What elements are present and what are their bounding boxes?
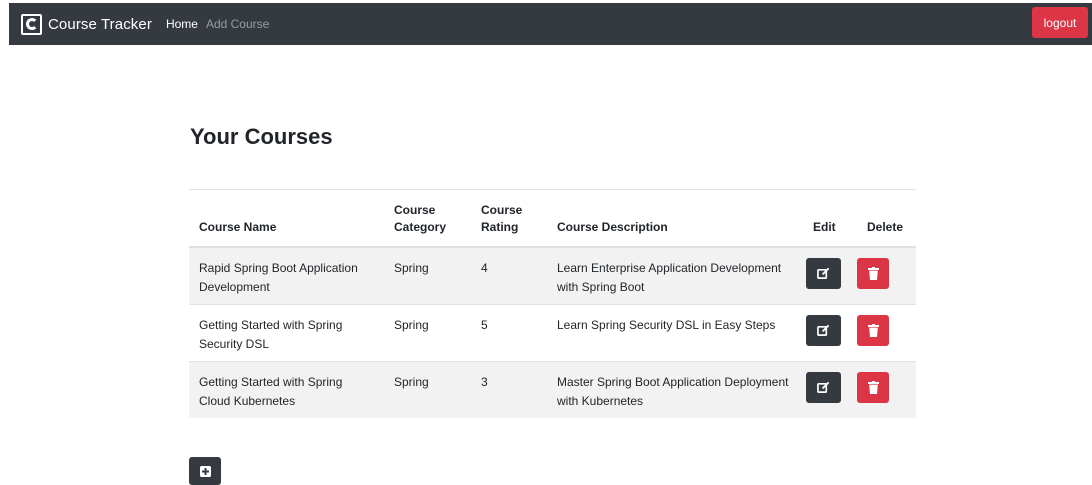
course-rating-cell: 4 [471,247,547,304]
brand-title: Course Tracker [48,15,152,33]
header-course-category: Course Category [384,190,471,248]
delete-cell [857,247,916,304]
course-description-cell: Master Spring Boot Application Deploymen… [547,361,803,418]
edit-course-button[interactable] [806,258,841,289]
delete-cell [857,304,916,361]
course-description-cell: Learn Spring Security DSL in Easy Steps [557,317,776,332]
header-course-description: Course Description [547,190,803,248]
table-row: Getting Started with Spring Security DSL… [189,304,916,361]
header-delete: Delete [857,190,916,248]
table-header-row: Course Name Course Category Course Ratin… [189,190,916,248]
plus-square-icon [199,465,211,477]
delete-cell [857,361,916,418]
header-category-line2: Category [394,220,447,234]
delete-course-button[interactable] [857,258,889,289]
course-rating-cell: 3 [471,361,547,418]
course-category-cell: Spring [384,247,471,304]
edit-cell [803,361,857,418]
header-course-name: Course Name [189,190,384,248]
courses-table: Course Name Course Category Course Ratin… [189,190,916,418]
nav-home-link[interactable]: Home [166,17,198,31]
table-row: Getting Started with Spring Cloud Kubern… [189,361,916,418]
trash-icon [867,323,879,337]
nav-add-course-link[interactable]: Add Course [206,17,269,31]
edit-cell [803,304,857,361]
course-description-cell: Learn Enterprise Application Development… [547,247,803,304]
delete-course-button[interactable] [857,371,889,403]
edit-cell [803,247,857,304]
header-edit: Edit [803,190,857,248]
course-category-cell: Spring [384,361,471,418]
header-category-line1: Course [394,203,436,217]
header-course-rating: Course Rating [471,190,547,248]
page-title: Your Courses [190,124,333,149]
add-course-button[interactable] [189,457,221,485]
trash-icon [867,380,879,394]
top-navbar: Course Tracker Home Add Course logout [9,3,1092,45]
course-name-cell: Rapid Spring Boot Application Developmen… [189,247,384,304]
logout-button[interactable]: logout [1032,7,1088,38]
edit-icon [817,324,830,336]
course-name-cell: Getting Started with Spring Security DSL [199,317,343,351]
course-tracker-logo-icon [21,13,42,35]
brand-link[interactable]: Course Tracker [21,13,152,35]
table-row: Rapid Spring Boot Application Developmen… [189,247,916,304]
course-rating-cell: 5 [481,317,488,332]
trash-icon [867,267,879,280]
edit-icon [817,267,830,279]
course-name-cell: Getting Started with Spring Cloud Kubern… [189,361,384,418]
edit-icon [817,381,830,393]
header-rating-line1: Course [481,203,523,217]
delete-course-button[interactable] [857,314,889,346]
course-category-cell: Spring [394,317,429,332]
courses-table-container: Course Name Course Category Course Ratin… [189,189,916,418]
edit-course-button[interactable] [806,314,841,346]
header-rating-line2: Rating [481,220,519,234]
edit-course-button[interactable] [806,371,841,403]
